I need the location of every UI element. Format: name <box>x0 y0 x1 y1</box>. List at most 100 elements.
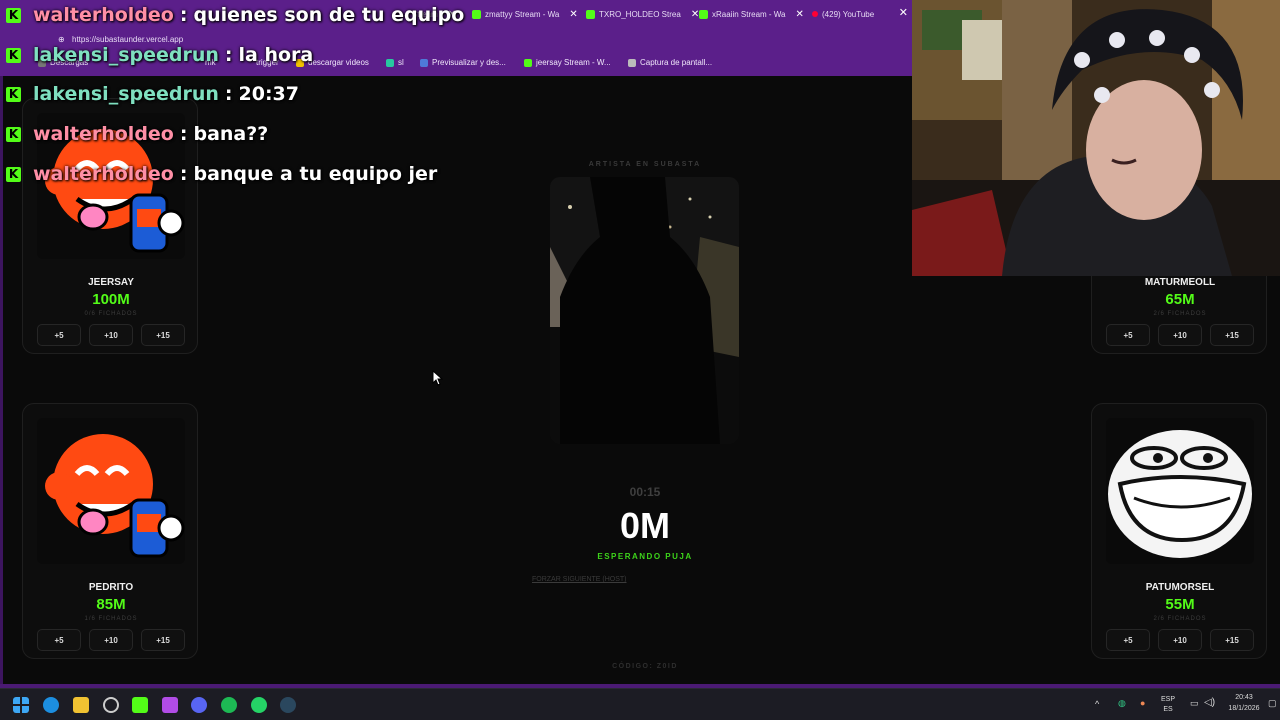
bid-plus-5-button[interactable]: +5 <box>37 324 81 346</box>
bid-plus-10-button[interactable]: +10 <box>1158 324 1202 346</box>
kick-icon <box>699 9 708 19</box>
team-budget: 65M <box>1165 291 1195 308</box>
force-next-button[interactable]: FORZAR SIGUIENTE (HOST) <box>532 576 627 583</box>
mascot-image <box>45 434 185 558</box>
bid-plus-10-button[interactable]: +10 <box>89 324 133 346</box>
network-icon[interactable]: ▭ <box>1190 698 1199 709</box>
settings-icon[interactable] <box>103 697 119 713</box>
windows-start-icon[interactable] <box>13 697 29 713</box>
bid-buttons: +5 +10 +15 <box>1106 629 1254 651</box>
screen: Stream ✕ zmattyy Stream - Wa ✕ TXRO_HOLD… <box>0 0 1280 720</box>
chat-username: walterholdeo <box>33 123 174 145</box>
bid-plus-15-button[interactable]: +15 <box>141 629 185 651</box>
volume-icon[interactable]: ◁) <box>1204 697 1215 708</box>
close-icon[interactable]: ✕ <box>691 9 699 20</box>
bookmark-label: sl <box>398 58 404 67</box>
bookmark-previsualizar[interactable]: Previsualizar y des... <box>420 58 506 67</box>
kick-icon <box>586 9 595 19</box>
team-budget: 55M <box>1165 596 1195 613</box>
auction-status: ESPERANDO PUJA <box>597 552 693 561</box>
bid-plus-5-button[interactable]: +5 <box>1106 629 1150 651</box>
team-card-pedrito: PEDRITO 85M 1/6 FICHADOS +5 +10 +15 <box>22 403 198 659</box>
artist-section-label: ARTISTA EN SUBASTA <box>588 161 702 168</box>
file-explorer-icon[interactable] <box>73 697 89 713</box>
notification-icon[interactable]: ▢ <box>1268 698 1277 709</box>
close-icon[interactable]: ✕ <box>899 6 908 19</box>
team-signed-count: 1/6 FICHADOS <box>84 616 138 622</box>
kick-badge-icon: K <box>6 126 21 142</box>
clock-date[interactable]: 18/1/2026 <box>1224 705 1264 712</box>
bookmark-label: Previsualizar y des... <box>432 58 506 67</box>
chat-text: 20:37 <box>238 83 299 105</box>
chat-message: K walterholdeo : bana?? <box>6 119 268 149</box>
tab-label: zmattyy Stream - Wa <box>485 9 560 19</box>
team-card-patumorsel: PATUMORSEL 55M 2/6 FICHADOS +5 +10 +15 <box>1091 403 1267 659</box>
artist-silhouette-image <box>550 177 739 444</box>
chevron-up-icon[interactable]: ^ <box>1095 699 1099 709</box>
tab-zmattyy[interactable]: zmattyy Stream - Wa ✕ <box>472 6 578 22</box>
bid-plus-5-button[interactable]: +5 <box>37 629 81 651</box>
kick-badge-icon: K <box>6 7 21 23</box>
language-top[interactable]: ESP <box>1158 696 1178 703</box>
whatsapp-icon[interactable] <box>251 697 267 713</box>
chat-message: K lakensi_speedrun : la hora <box>6 40 313 70</box>
app-icon <box>420 58 428 67</box>
tab-label: (429) YouTube <box>822 9 875 19</box>
team-signed-count: 0/6 FICHADOS <box>84 311 138 317</box>
kick-badge-icon: K <box>6 47 21 63</box>
chat-text: bana?? <box>193 123 269 145</box>
close-icon[interactable]: ✕ <box>569 9 577 20</box>
youtube-icon <box>812 11 818 17</box>
team-signed-count: 2/6 FICHADOS <box>1153 311 1207 317</box>
tab-xraaiin[interactable]: xRaaiin Stream - Wa ✕ <box>699 6 804 22</box>
team-budget: 85M <box>96 596 126 613</box>
spotify-icon[interactable] <box>221 697 237 713</box>
bookmark-captura[interactable]: Captura de pantall... <box>628 58 712 67</box>
edge-icon[interactable] <box>43 697 59 713</box>
chat-separator: : <box>224 83 233 105</box>
tab-txro[interactable]: TXRO_HOLDEO Strea ✕ <box>586 6 699 22</box>
webcam-feed <box>912 0 1280 276</box>
microphone-icon[interactable]: ● <box>1140 698 1145 708</box>
tab-youtube[interactable]: (429) YouTube <box>812 6 874 22</box>
chat-username: lakensi_speedrun <box>33 83 219 105</box>
bid-plus-15-button[interactable]: +15 <box>1210 629 1254 651</box>
team-name: JEERSAY <box>88 277 134 288</box>
discord-icon[interactable] <box>191 697 207 713</box>
kick-icon[interactable] <box>132 697 148 713</box>
status-icon[interactable]: ◍ <box>1118 698 1126 709</box>
app-icon[interactable] <box>162 697 178 713</box>
tab-label: TXRO_HOLDEO Strea <box>599 9 681 19</box>
system-tray: ^ ◍ ● ESP ES ▭ ◁) 20:43 18/1/2026 ▢ <box>1090 689 1280 720</box>
chat-message: K walterholdeo : banque a tu equipo jer <box>6 159 437 189</box>
team-budget: 100M <box>92 291 130 308</box>
language-bottom[interactable]: ES <box>1158 706 1178 713</box>
webcam-image <box>912 0 1280 276</box>
bid-plus-15-button[interactable]: +15 <box>1210 324 1254 346</box>
current-price: 0M <box>619 505 670 546</box>
kick-badge-icon: K <box>6 166 21 182</box>
bid-plus-10-button[interactable]: +10 <box>89 629 133 651</box>
chat-username: walterholdeo <box>33 163 174 185</box>
close-icon[interactable]: ✕ <box>796 9 804 20</box>
bid-plus-10-button[interactable]: +10 <box>1158 629 1202 651</box>
bookmark-sl[interactable]: sl <box>386 58 404 67</box>
bookmark-jeersay[interactable]: jeersay Stream - W... <box>524 58 611 67</box>
mouse-cursor-icon <box>432 370 444 386</box>
steam-icon[interactable] <box>280 697 296 713</box>
clock-time[interactable]: 20:43 <box>1224 694 1264 701</box>
auction-timer: 00:15 <box>629 485 661 499</box>
chat-text: la hora <box>238 44 314 66</box>
team-name: PATUMORSEL <box>1145 582 1215 593</box>
app-icon <box>386 58 394 67</box>
bid-plus-5-button[interactable]: +5 <box>1106 324 1150 346</box>
chat-separator: : <box>224 44 233 66</box>
taskbar: ^ ◍ ● ESP ES ▭ ◁) 20:43 18/1/2026 ▢ <box>0 688 1280 720</box>
bookmark-label: jeersay Stream - W... <box>536 58 611 67</box>
window-border <box>0 76 3 686</box>
artist-photo <box>550 177 739 444</box>
team-avatar <box>37 418 185 564</box>
team-name: MATURMEOLL <box>1144 277 1216 288</box>
bid-buttons: +5 +10 +15 <box>37 324 185 346</box>
bid-plus-15-button[interactable]: +15 <box>141 324 185 346</box>
